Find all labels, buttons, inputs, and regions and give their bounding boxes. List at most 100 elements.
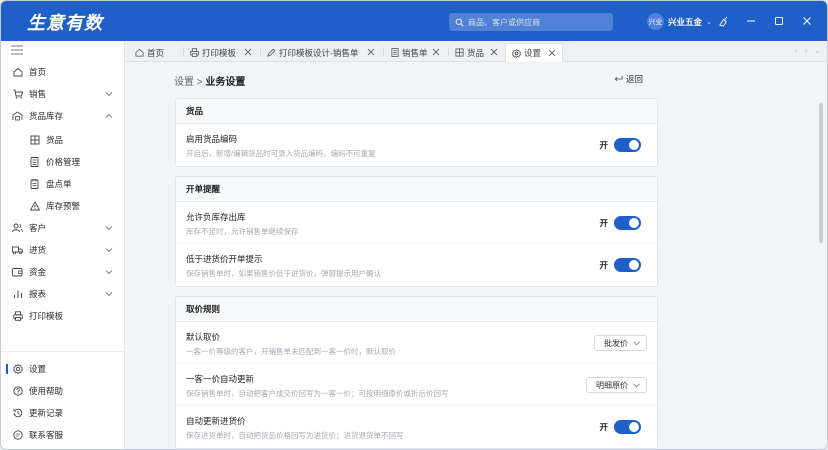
back-label: 返回: [626, 74, 644, 84]
close-icon[interactable]: [432, 48, 440, 56]
bar-chart-icon: [12, 289, 23, 300]
sidebar-item-settings[interactable]: 设置: [1, 359, 125, 379]
tab-print-templates[interactable]: 打印模板: [184, 43, 258, 62]
toggle-state-label: 开: [599, 140, 608, 150]
title-bar: 生意有数 商品、客户或供应商 兴业 兴业五金 ⌄: [1, 1, 827, 41]
toggle-group: 开: [599, 216, 641, 230]
document-icon: [390, 48, 399, 57]
minimize-button[interactable]: [743, 14, 759, 28]
setting-description: 保存进货单时，自动把货品价格回写为进货价；进货退货单不回写: [186, 431, 404, 440]
sidebar-item-label: 价格管理: [46, 157, 81, 167]
setting-title: 启用货品编码: [186, 134, 238, 144]
customer-price-update-select[interactable]: 明细原价: [586, 377, 647, 393]
sidebar-item-print-templates[interactable]: 打印模板: [1, 306, 125, 326]
close-button[interactable]: [799, 14, 815, 28]
scrollbar[interactable]: [819, 103, 823, 243]
history-icon: [12, 408, 23, 419]
setting-description: 一客一价等级的客户，开销售单未匹配到一客一价时，默认取价: [186, 347, 396, 356]
sidebar-item-label: 报表: [29, 289, 47, 299]
grid-icon: [29, 135, 40, 146]
warning-icon: [29, 201, 40, 212]
tab-settings[interactable]: 设置: [505, 43, 563, 62]
sidebar-item-purchase[interactable]: 进货: [1, 240, 125, 260]
sidebar-item-reports[interactable]: 报表: [1, 284, 125, 304]
sidebar-item-label: 联系客服: [29, 430, 64, 440]
clean-brush-icon[interactable]: [715, 14, 731, 28]
gear-icon: [512, 48, 521, 58]
clipboard-icon: [29, 179, 40, 190]
gear-icon: [12, 364, 23, 375]
search-placeholder: 商品、客户或供应商: [468, 17, 540, 27]
truck-icon: [12, 245, 23, 256]
sidebar-item-stocktake[interactable]: 盘点单: [1, 174, 125, 194]
breadcrumb-parent[interactable]: 设置: [174, 77, 194, 88]
back-button[interactable]: 返回: [614, 73, 643, 85]
sidebar-item-label: 客户: [29, 223, 47, 233]
sidebar-item-label: 库存预警: [46, 201, 81, 211]
toggle-state-label: 开: [599, 422, 608, 432]
breadcrumb: 设置 > 业务设置: [174, 73, 245, 88]
printer-icon: [190, 48, 199, 57]
tab-goods[interactable]: 货品: [449, 43, 504, 62]
chevron-down-icon: [105, 270, 113, 275]
chat-icon: [12, 430, 23, 441]
sidebar-item-stock-alert[interactable]: 库存预警: [1, 196, 125, 216]
setting-description: 库存不足时，允许销售单继续保存: [186, 227, 299, 236]
tab-label: 设置: [524, 48, 542, 58]
global-search-input[interactable]: 商品、客户或供应商: [449, 13, 613, 31]
setting-title: 默认取价: [186, 332, 221, 342]
grid-icon: [455, 48, 464, 57]
main-content: 设置 > 业务设置 返回 货品 启用货品编码 开启后，新增/编辑货品时可录入货品…: [126, 63, 827, 449]
chevron-left-icon[interactable]: ‹: [795, 46, 798, 55]
close-icon[interactable]: [367, 48, 375, 56]
sidebar-item-inventory[interactable]: 货品库存: [1, 106, 125, 126]
menu-toggle-icon[interactable]: [11, 45, 23, 55]
section-order-reminders: 开单提醒 允许负库存出库 库存不足时，允许销售单继续保存 开 低于进货价开单提示…: [175, 176, 658, 287]
tab-sales-order[interactable]: 销售单: [384, 43, 446, 62]
sidebar-divider: [1, 351, 125, 352]
close-icon[interactable]: [244, 48, 252, 56]
sidebar-item-customers[interactable]: 客户: [1, 218, 125, 238]
section-title: 开单提醒: [176, 177, 657, 202]
toggle-group: 开: [599, 138, 641, 152]
setting-description: 保存销售单时，如果销售价低于进货价，弹窗提示用户确认: [186, 269, 381, 278]
tab-home[interactable]: 首页: [129, 43, 181, 62]
section-pricing-rules: 取价规则 默认取价 一客一价等级的客户，开销售单未匹配到一客一价时，默认取价 批…: [175, 296, 658, 449]
sidebar-item-sales[interactable]: 销售: [1, 84, 125, 104]
page-title: 业务设置: [205, 77, 246, 88]
chevron-up-icon: [105, 113, 113, 118]
sidebar-item-goods[interactable]: 货品: [1, 130, 125, 150]
app-window: 生意有数 商品、客户或供应商 兴业 兴业五金 ⌄ 首页 销售 货品库存 货品 价…: [0, 0, 828, 450]
default-price-select[interactable]: 批发价: [594, 335, 647, 351]
sidebar-item-label: 首页: [29, 67, 47, 77]
setting-title: 一客一价自动更新: [186, 374, 255, 384]
chevron-down-icon[interactable]: ⌄: [814, 46, 821, 55]
sidebar-item-price-management[interactable]: 价格管理: [1, 152, 125, 172]
tab-print-template-design[interactable]: 打印模板设计-销售单: [261, 43, 381, 62]
close-icon[interactable]: [548, 49, 556, 57]
users-icon: [12, 223, 23, 234]
chevron-right-icon[interactable]: ›: [805, 46, 808, 55]
sidebar-item-label: 进货: [29, 245, 47, 255]
negative-stock-toggle[interactable]: [614, 216, 641, 230]
below-cost-alert-toggle[interactable]: [614, 258, 641, 272]
sidebar-item-label: 资金: [29, 267, 47, 277]
setting-row: 自动更新进货价 保存进货单时，自动把货品价格回写为进货价；进货退货单不回写 开: [176, 406, 657, 448]
toggle-state-label: 开: [599, 218, 608, 228]
sidebar-item-funds[interactable]: 资金: [1, 262, 125, 282]
close-icon[interactable]: [490, 48, 498, 56]
section-title: 货品: [176, 99, 657, 124]
auto-update-purchase-price-toggle[interactable]: [614, 420, 641, 434]
sidebar-item-support[interactable]: 联系客服: [1, 425, 125, 445]
sidebar-item-changelog[interactable]: 更新记录: [1, 403, 125, 423]
sidebar-item-label: 盘点单: [46, 179, 72, 189]
sidebar: 首页 销售 货品库存 货品 价格管理 盘点单 库存预警 客户 进货 资金 报表 …: [1, 41, 125, 449]
maximize-button[interactable]: [771, 14, 787, 28]
goods-code-toggle[interactable]: [614, 138, 641, 152]
setting-row: 允许负库存出库 库存不足时，允许销售单继续保存 开: [176, 202, 657, 244]
sidebar-item-home[interactable]: 首页: [1, 62, 125, 82]
setting-title: 允许负库存出库: [186, 212, 246, 222]
warehouse-icon: [12, 111, 23, 122]
sidebar-item-help[interactable]: 使用帮助: [1, 381, 125, 401]
pencil-icon: [267, 48, 276, 57]
